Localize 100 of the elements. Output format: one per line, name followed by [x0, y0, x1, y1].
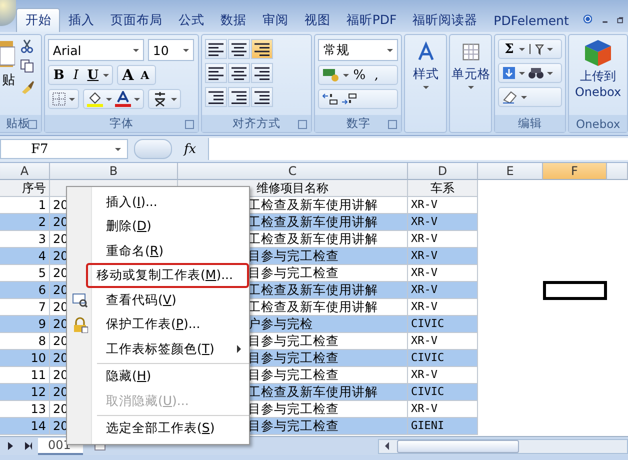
ribbon-tab[interactable]: 开始	[16, 8, 60, 32]
cells-button[interactable]: 单元格	[451, 35, 490, 89]
table-cell: 2	[0, 214, 50, 231]
ribbon-tab[interactable]: 视图	[296, 8, 338, 32]
binoculars-icon[interactable]	[528, 66, 544, 80]
menu-item[interactable]: 移动或复制工作表(M)...	[86, 263, 249, 288]
splitter-handle[interactable]	[134, 139, 172, 159]
insert-function-button[interactable]: fx	[178, 142, 202, 156]
autosum-button[interactable]: Σ	[502, 42, 516, 56]
caret-icon[interactable]	[68, 98, 75, 100]
ribbon-tab[interactable]: 福昕阅读器	[404, 8, 486, 32]
fill-color-icon[interactable]	[86, 91, 103, 107]
align-icon[interactable]	[204, 39, 227, 59]
table-cell: 12	[0, 384, 50, 401]
column-header[interactable]: F	[543, 163, 607, 180]
caret-icon[interactable]	[343, 74, 350, 76]
name-box[interactable]: F7	[0, 139, 128, 159]
caret-icon[interactable]	[106, 98, 112, 100]
scissors-icon[interactable]	[20, 39, 34, 53]
align-icon[interactable]	[250, 39, 273, 59]
next-sheet-icon[interactable]	[8, 442, 13, 450]
group-label: 编辑	[518, 116, 542, 131]
table-cell: XR-V	[408, 248, 478, 265]
table-cell: GIENI	[408, 418, 478, 435]
table-cell: 序号	[0, 180, 50, 197]
group-label: 数字	[346, 116, 370, 131]
table-cell: 3	[0, 231, 50, 248]
table-cell: XR-V	[408, 367, 478, 384]
ribbon-tab[interactable]: 公式	[170, 8, 212, 32]
caret-icon[interactable]	[521, 96, 528, 98]
ribbon-tab[interactable]: 审阅	[254, 8, 296, 32]
shrink-font-button[interactable]: A	[138, 68, 152, 82]
sort-filter-icon[interactable]	[528, 42, 544, 56]
styles-button[interactable]: 样式	[412, 35, 439, 89]
paste-button[interactable]: 贴	[0, 71, 15, 89]
active-cell[interactable]	[543, 281, 607, 300]
help-icon[interactable]	[582, 12, 592, 26]
horizontal-scrollbar[interactable]	[378, 438, 628, 454]
decrease-decimal-icon[interactable]	[341, 92, 358, 106]
ribbon-tab[interactable]: 数据	[212, 8, 254, 32]
align-icon[interactable]	[228, 63, 250, 83]
table-cell: XR-V	[408, 265, 478, 282]
column-header[interactable]: D	[408, 163, 478, 180]
copy-icon[interactable]	[20, 59, 34, 73]
grow-font-button[interactable]: A	[120, 66, 135, 84]
caret-icon[interactable]	[547, 72, 554, 74]
paste-icon[interactable]	[0, 39, 15, 69]
ribbon-tab[interactable]: 页面布局	[102, 8, 170, 32]
increase-decimal-icon[interactable]	[322, 92, 338, 106]
align-icon[interactable]	[228, 39, 250, 59]
caret-icon[interactable]	[134, 98, 140, 100]
table-cell: 11	[0, 367, 50, 384]
currency-icon[interactable]	[322, 68, 340, 82]
borders-icon[interactable]	[52, 92, 66, 106]
align-icon[interactable]	[204, 63, 227, 83]
lock-icon	[72, 316, 88, 333]
percent-button[interactable]: %	[352, 68, 366, 82]
ribbon-tab[interactable]: 插入	[60, 8, 102, 32]
table-cell: XR-V	[408, 333, 478, 350]
caret-icon[interactable]	[170, 98, 177, 100]
table-cell: CIVIC	[408, 316, 478, 333]
last-sheet-icon[interactable]	[25, 442, 32, 450]
align-icon[interactable]	[228, 87, 250, 107]
fill-down-icon[interactable]	[502, 66, 516, 80]
table-cell: 8	[0, 333, 50, 350]
column-header[interactable]: C	[178, 163, 408, 180]
align-icon[interactable]	[250, 63, 273, 83]
font-size-field[interactable]: 10	[148, 39, 194, 61]
number-format-field[interactable]: 常规	[318, 39, 398, 61]
caret-icon[interactable]	[519, 48, 526, 50]
caret-icon[interactable]	[102, 74, 109, 76]
comma-button[interactable]: ,	[369, 68, 384, 82]
formula-input-field[interactable]	[208, 138, 628, 160]
column-header[interactable]: E	[478, 163, 543, 180]
underline-button[interactable]: U	[86, 68, 100, 82]
italic-button[interactable]: I	[68, 68, 83, 82]
table-cell: 5	[0, 265, 50, 282]
upload-onebox-button[interactable]: 上传到 Onebox	[569, 35, 627, 115]
table-cell: XR-V	[408, 401, 478, 418]
font-name-field[interactable]: Arial	[48, 39, 144, 61]
table-cell: XR-V	[408, 282, 478, 299]
font-color-icon[interactable]	[114, 91, 131, 107]
table-cell: 4	[0, 248, 50, 265]
align-icon[interactable]	[204, 87, 227, 107]
eraser-icon[interactable]	[502, 90, 518, 104]
ribbon-tab[interactable]: 福昕PDF	[338, 8, 405, 32]
table-cell: CIVIC	[408, 350, 478, 367]
table-cell: XR-V	[408, 299, 478, 316]
view-code-icon	[72, 292, 88, 308]
caret-icon[interactable]	[547, 48, 554, 50]
restore-icon[interactable]	[617, 15, 624, 25]
align-icon[interactable]	[250, 87, 273, 107]
caret-icon[interactable]	[519, 72, 526, 74]
group-label: 对齐方式	[232, 116, 280, 131]
group-label: 贴板	[6, 116, 30, 131]
bold-button[interactable]: B	[52, 68, 66, 82]
column-header[interactable]: A	[0, 163, 50, 180]
column-header[interactable]: B	[50, 163, 178, 180]
ribbon-tab[interactable]: PDFelement	[486, 8, 577, 32]
table-cell: 9	[0, 316, 50, 333]
